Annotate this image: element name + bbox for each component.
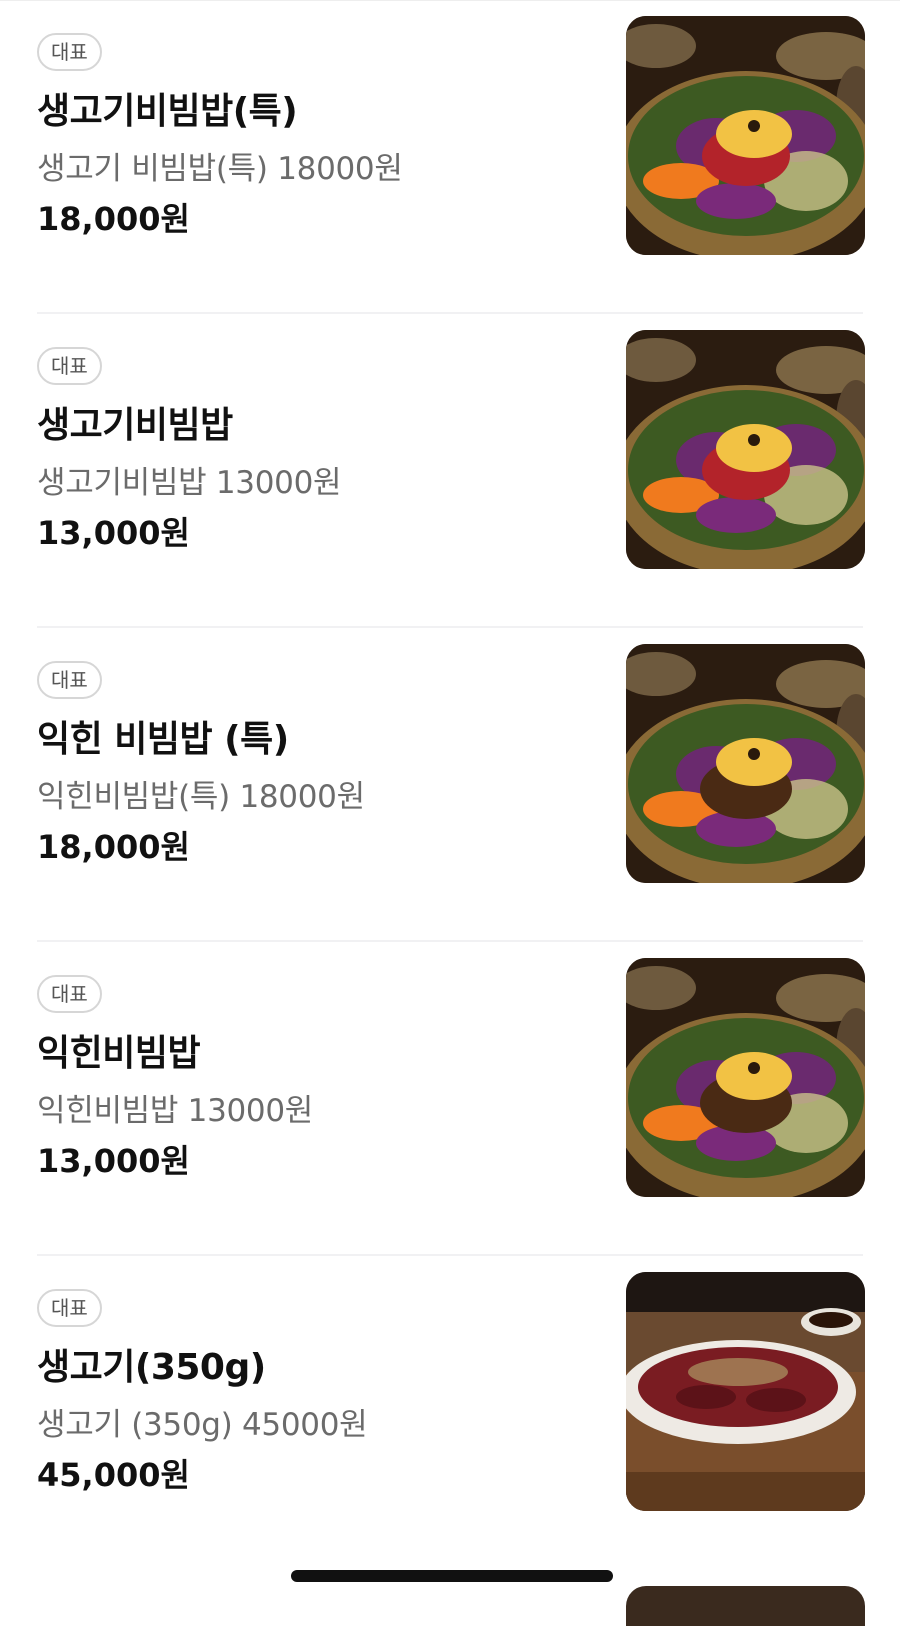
menu-item[interactable]: 대표 익힌 비빔밥 (특) 익힌비빔밥(특) 18000원 18,000원 <box>0 628 900 942</box>
menu-item-name: 생고기(350g) <box>37 1347 266 1388</box>
menu-item-price: 18,000원 <box>37 200 190 238</box>
menu-item-name: 익힌비빔밥 <box>37 1033 201 1074</box>
menu-item-price: 45,000원 <box>37 1456 190 1494</box>
menu-item-photo[interactable] <box>626 330 865 569</box>
menu-item-price: 18,000원 <box>37 828 190 866</box>
menu-item-description: 생고기 비빔밥(특) 18000원 <box>37 151 403 187</box>
menu-list: 대표 생고기비빔밥(특) 생고기 비빔밥(특) 18000원 18,000원 대… <box>0 0 900 1570</box>
signature-badge: 대표 <box>37 1289 102 1327</box>
menu-item-description: 익힌비빔밥 13000원 <box>37 1093 313 1129</box>
menu-item-price: 13,000원 <box>37 514 190 552</box>
menu-item[interactable]: 대표 생고기(350g) 생고기 (350g) 45000원 45,000원 <box>0 1256 900 1570</box>
menu-item-name: 생고기비빔밥(특) <box>37 91 298 132</box>
signature-badge: 대표 <box>37 33 102 71</box>
menu-item-description: 익힌비빔밥(특) 18000원 <box>37 779 365 815</box>
home-indicator <box>291 1570 613 1582</box>
menu-item-description: 생고기비빔밥 13000원 <box>37 465 342 501</box>
menu-item[interactable]: 대표 생고기비빔밥 생고기비빔밥 13000원 13,000원 <box>0 314 900 628</box>
next-item-photo <box>626 1586 865 1626</box>
menu-item-photo[interactable] <box>626 644 865 883</box>
menu-item[interactable]: 대표 생고기비빔밥(특) 생고기 비빔밥(특) 18000원 18,000원 <box>0 0 900 314</box>
menu-item-price: 13,000원 <box>37 1142 190 1180</box>
menu-item-photo[interactable] <box>626 958 865 1197</box>
menu-item-photo[interactable] <box>626 16 865 255</box>
menu-item[interactable]: 대표 익힌비빔밥 익힌비빔밥 13000원 13,000원 <box>0 942 900 1256</box>
menu-item-description: 생고기 (350g) 45000원 <box>37 1407 368 1443</box>
menu-item-photo[interactable] <box>626 1272 865 1511</box>
menu-item-name: 익힌 비빔밥 (특) <box>37 719 289 760</box>
menu-item-name: 생고기비빔밥 <box>37 405 233 446</box>
signature-badge: 대표 <box>37 347 102 385</box>
signature-badge: 대표 <box>37 975 102 1013</box>
signature-badge: 대표 <box>37 661 102 699</box>
